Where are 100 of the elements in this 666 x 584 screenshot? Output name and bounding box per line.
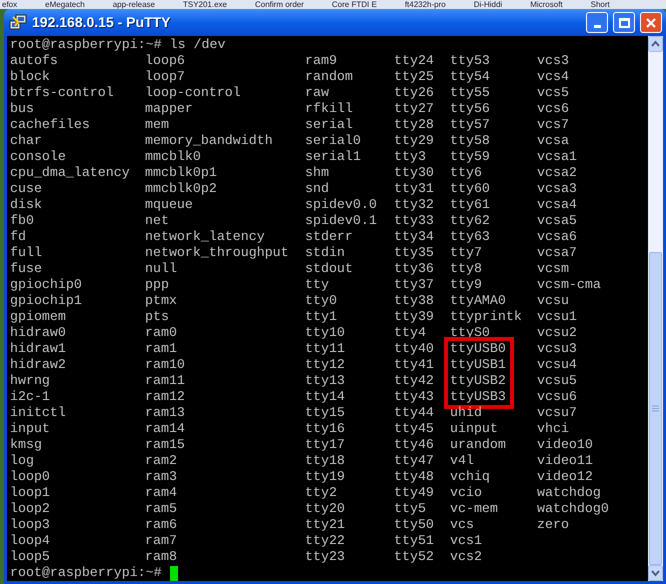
background-tab-label: Short (590, 0, 610, 9)
device-name: tty58 (450, 133, 490, 149)
maximize-button[interactable] (613, 12, 635, 33)
computers-icon (9, 14, 27, 32)
device-name: tty (305, 277, 329, 293)
device-name: fd (10, 229, 26, 245)
device-name: ram1 (145, 341, 177, 357)
device-name: loop5 (10, 549, 50, 565)
device-name: tty57 (450, 117, 490, 133)
background-tab-label: Core FTDI E (332, 0, 377, 9)
device-name: stdin (305, 245, 345, 261)
device-name: ttyUSB1 (450, 357, 506, 373)
device-name: vcsa2 (537, 165, 577, 181)
device-name: network_throughput (145, 245, 289, 261)
device-name: watchdog0 (537, 501, 609, 517)
device-name: rfkill (305, 101, 353, 117)
background-tab-label: ft4232h-pro (404, 0, 446, 9)
device-name: vcsu3 (537, 341, 577, 357)
device-name: tty50 (394, 517, 434, 533)
device-name: tty19 (305, 469, 345, 485)
device-name: urandom (450, 437, 506, 453)
close-button[interactable] (640, 12, 662, 33)
device-name: vcsu5 (537, 373, 577, 389)
device-name: tty14 (305, 389, 345, 405)
device-name: vcs6 (537, 101, 569, 117)
minimize-button[interactable] (586, 12, 608, 33)
device-name: tty7 (450, 245, 482, 261)
device-name: vhci (537, 421, 569, 437)
device-name: console (10, 149, 66, 165)
device-name: tty1 (305, 309, 337, 325)
device-name: stdout (305, 261, 353, 277)
device-name: stderr (305, 229, 353, 245)
device-name: loop7 (145, 69, 185, 85)
background-tab-label: Di-Hiddi (474, 0, 502, 9)
device-name: vcsm (537, 261, 569, 277)
device-name: null (145, 261, 177, 277)
device-name: ram4 (145, 485, 177, 501)
device-name: vcs7 (537, 117, 569, 133)
device-name: vcs (450, 517, 474, 533)
device-name: ram14 (145, 421, 185, 437)
device-name: vcsu4 (537, 357, 577, 373)
device-name: ram9 (305, 53, 337, 69)
device-name: tty63 (450, 229, 490, 245)
background-tab-label: TSY201.exe (182, 0, 227, 9)
device-name: vcsa (537, 133, 569, 149)
device-name: loop3 (10, 517, 50, 533)
background-tab-label: Confirm order (255, 0, 304, 9)
device-name: tty45 (394, 421, 434, 437)
device-name: memory_bandwidth (145, 133, 273, 149)
device-name: video11 (537, 453, 593, 469)
device-name: pts (145, 309, 169, 325)
device-name: mapper (145, 101, 193, 117)
device-name: fuse (10, 261, 42, 277)
device-name: loop2 (10, 501, 50, 517)
device-name: hidraw0 (10, 325, 66, 341)
device-name: tty55 (450, 85, 490, 101)
device-name: vcs1 (450, 533, 482, 549)
device-name: gpiochip0 (10, 277, 82, 293)
device-name: autofs (10, 53, 58, 69)
device-name: vcs4 (537, 69, 569, 85)
scrollbar[interactable] (648, 36, 663, 581)
device-name: tty6 (450, 165, 482, 181)
device-name: cpu_dma_latency (10, 165, 130, 181)
device-name: vcsu7 (537, 405, 577, 421)
device-name: tty22 (305, 533, 345, 549)
device-name: tty54 (450, 69, 490, 85)
device-name: tty36 (394, 261, 434, 277)
device-name: tty34 (394, 229, 434, 245)
device-name: tty31 (394, 181, 434, 197)
cursor (170, 566, 178, 580)
device-name: ram10 (145, 357, 185, 373)
device-name: video10 (537, 437, 593, 453)
device-name: tty59 (450, 149, 490, 165)
device-name: tty20 (305, 501, 345, 517)
device-name: tty9 (450, 277, 482, 293)
device-name: mmcblk0 (145, 149, 201, 165)
device-name: tty12 (305, 357, 345, 373)
device-name: shm (305, 165, 329, 181)
device-name: kmsg (10, 437, 42, 453)
device-name: tty24 (394, 53, 434, 69)
device-name: loop1 (10, 485, 50, 501)
device-name: vcsa4 (537, 197, 577, 213)
device-name: video12 (537, 469, 593, 485)
device-name: ram13 (145, 405, 185, 421)
device-name: tty10 (305, 325, 345, 341)
device-name: vcsm-cma (537, 277, 601, 293)
device-name: fb0 (10, 213, 34, 229)
device-name: ram0 (145, 325, 177, 341)
device-name: vc-mem (450, 501, 498, 517)
device-name: ram3 (145, 469, 177, 485)
device-name: tty4 (394, 325, 426, 341)
device-name: mmcblk0p2 (145, 181, 217, 197)
device-name: zero (537, 517, 569, 533)
device-name: hwrng (10, 373, 50, 389)
device-name: ram2 (145, 453, 177, 469)
device-name: initctl (10, 405, 66, 421)
device-name: vcsu2 (537, 325, 577, 341)
background-tab-label: app-release (112, 0, 155, 9)
scrollbar-thumb[interactable] (649, 252, 662, 565)
device-name: mem (145, 117, 169, 133)
